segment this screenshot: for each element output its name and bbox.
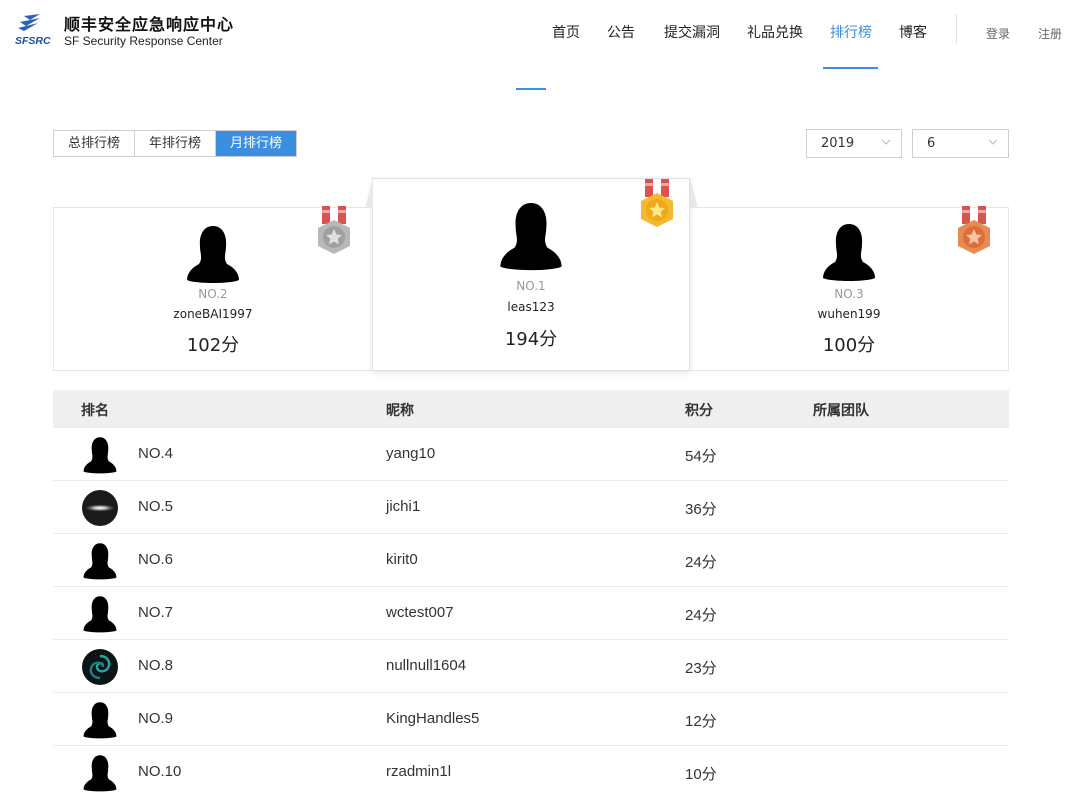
row-score: 24分 — [685, 607, 717, 624]
rank-number: NO.1 — [516, 279, 546, 293]
ranking-table-header: 排名 昵称 积分 所属团队 — [53, 390, 1009, 428]
row-nickname[interactable]: KingHandles5 — [386, 710, 479, 727]
row-nickname[interactable]: rzadmin1l — [386, 763, 451, 780]
galaxy-avatar-icon — [82, 490, 118, 526]
rank-number: NO.3 — [834, 287, 864, 301]
user-avatar-icon — [83, 596, 117, 633]
tab-overall[interactable]: 总排行榜 — [54, 131, 136, 156]
bronze-medal-icon — [958, 206, 990, 254]
header-rank: 排名 — [81, 403, 109, 419]
tab-yearly[interactable]: 年排行榜 — [135, 131, 217, 156]
row-rank: NO.5 — [138, 498, 174, 515]
nav-item-blog[interactable]: 博客 — [899, 22, 927, 42]
header-nickname: 昵称 — [386, 403, 414, 419]
podium-first-place[interactable]: NO.1 leas123 194分 — [372, 178, 690, 371]
nav-item-gift-exchange[interactable]: 礼品兑换 — [747, 22, 803, 42]
register-link[interactable]: 注册 — [1038, 25, 1062, 42]
nav-item-announcements[interactable]: 公告 — [607, 22, 635, 42]
row-rank: NO.4 — [138, 445, 174, 462]
row-rank: NO.6 — [138, 551, 174, 568]
user-avatar-icon — [83, 702, 117, 739]
user-score: 102分 — [186, 335, 240, 356]
row-rank: NO.7 — [138, 604, 174, 621]
tab-monthly[interactable]: 月排行榜 — [216, 131, 297, 156]
user-avatar-icon — [83, 437, 117, 474]
section-indicator — [516, 88, 546, 90]
row-rank: NO.8 — [138, 657, 174, 674]
leaderboard-tabs: 总排行榜 年排行榜 月排行榜 — [53, 130, 298, 157]
table-row[interactable]: NO.10 rzadmin1l 10分 — [53, 746, 1009, 798]
row-score: 54分 — [685, 448, 717, 465]
row-rank: NO.9 — [138, 710, 174, 727]
user-nickname[interactable]: zoneBAI1997 — [54, 307, 372, 321]
user-score: 194分 — [504, 329, 558, 350]
row-score: 36分 — [685, 501, 717, 518]
header-team: 所属团队 — [813, 403, 869, 419]
active-nav-indicator — [823, 67, 878, 69]
user-avatar-icon — [500, 203, 562, 271]
podium-decoration — [690, 178, 698, 208]
user-nickname[interactable]: wuhen199 — [690, 307, 1008, 321]
year-select[interactable]: 2019 — [806, 129, 902, 158]
nav-item-leaderboard[interactable]: 排行榜 — [830, 22, 872, 42]
row-nickname[interactable]: nullnull1604 — [386, 657, 466, 674]
main-nav: 首页 公告 提交漏洞 礼品兑换 排行榜 博客 — [0, 22, 1080, 42]
login-link[interactable]: 登录 — [986, 25, 1010, 42]
month-value: 6 — [927, 136, 936, 151]
chevron-down-icon — [988, 139, 998, 145]
site-header: SFSRC 顺丰安全应急响应中心 SF Security Response Ce… — [0, 0, 1080, 70]
rank-number: NO.2 — [198, 287, 228, 301]
user-nickname[interactable]: leas123 — [373, 300, 689, 314]
chevron-down-icon — [881, 139, 891, 145]
row-nickname[interactable]: jichi1 — [386, 498, 420, 515]
nav-item-home[interactable]: 首页 — [552, 22, 580, 42]
row-score: 23分 — [685, 660, 717, 677]
header-score: 积分 — [685, 403, 713, 419]
row-nickname[interactable]: yang10 — [386, 445, 435, 462]
podium-decoration — [365, 178, 373, 208]
silver-medal-icon — [318, 206, 350, 254]
podium-second-place[interactable]: NO.2 zoneBAI1997 102分 — [53, 206, 373, 371]
table-row[interactable]: NO.4 yang10 54分 — [53, 428, 1009, 481]
gold-medal-icon — [641, 179, 673, 227]
nav-item-submit-vulnerability[interactable]: 提交漏洞 — [664, 22, 720, 42]
row-nickname[interactable]: kirit0 — [386, 551, 418, 568]
user-avatar-icon — [83, 543, 117, 580]
user-avatar-icon — [83, 755, 117, 792]
row-score: 12分 — [685, 713, 717, 730]
user-avatar-icon — [823, 224, 875, 281]
table-row[interactable]: NO.8 nullnull1604 23分 — [53, 640, 1009, 693]
row-score: 10分 — [685, 766, 717, 783]
table-row[interactable]: NO.9 KingHandles5 12分 — [53, 693, 1009, 746]
table-row[interactable]: NO.6 kirit0 24分 — [53, 534, 1009, 587]
nav-divider — [956, 14, 957, 44]
table-row[interactable]: NO.5 jichi1 36分 — [53, 481, 1009, 534]
month-select[interactable]: 6 — [912, 129, 1009, 158]
user-avatar-icon — [187, 226, 239, 283]
podium-third-place[interactable]: NO.3 wuhen199 100分 — [689, 206, 1009, 371]
user-score: 100分 — [822, 335, 876, 356]
table-row[interactable]: NO.7 wctest007 24分 — [53, 587, 1009, 640]
row-score: 24分 — [685, 554, 717, 571]
row-rank: NO.10 — [138, 763, 182, 780]
row-nickname[interactable]: wctest007 — [386, 604, 454, 621]
swirl-avatar-icon — [82, 649, 118, 685]
year-value: 2019 — [821, 136, 855, 151]
